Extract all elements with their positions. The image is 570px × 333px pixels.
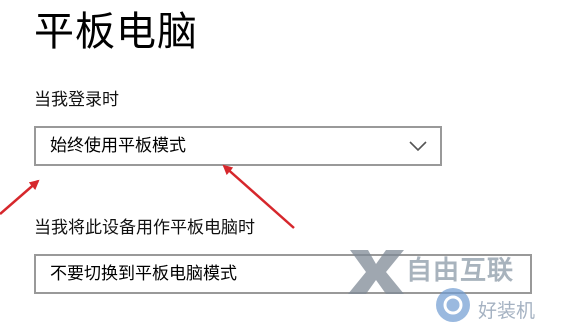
- red-annotation-arrow-left: [0, 179, 40, 215]
- watermark-site-text: 好装机: [478, 300, 536, 322]
- brand-logo-icon: [348, 250, 404, 294]
- watermark-brand-text: 自由互联: [406, 256, 515, 286]
- watermark-circle-icon: [436, 288, 470, 322]
- red-annotation-arrow-right: [222, 164, 295, 229]
- watermark: 自由互联 好装机: [340, 240, 570, 333]
